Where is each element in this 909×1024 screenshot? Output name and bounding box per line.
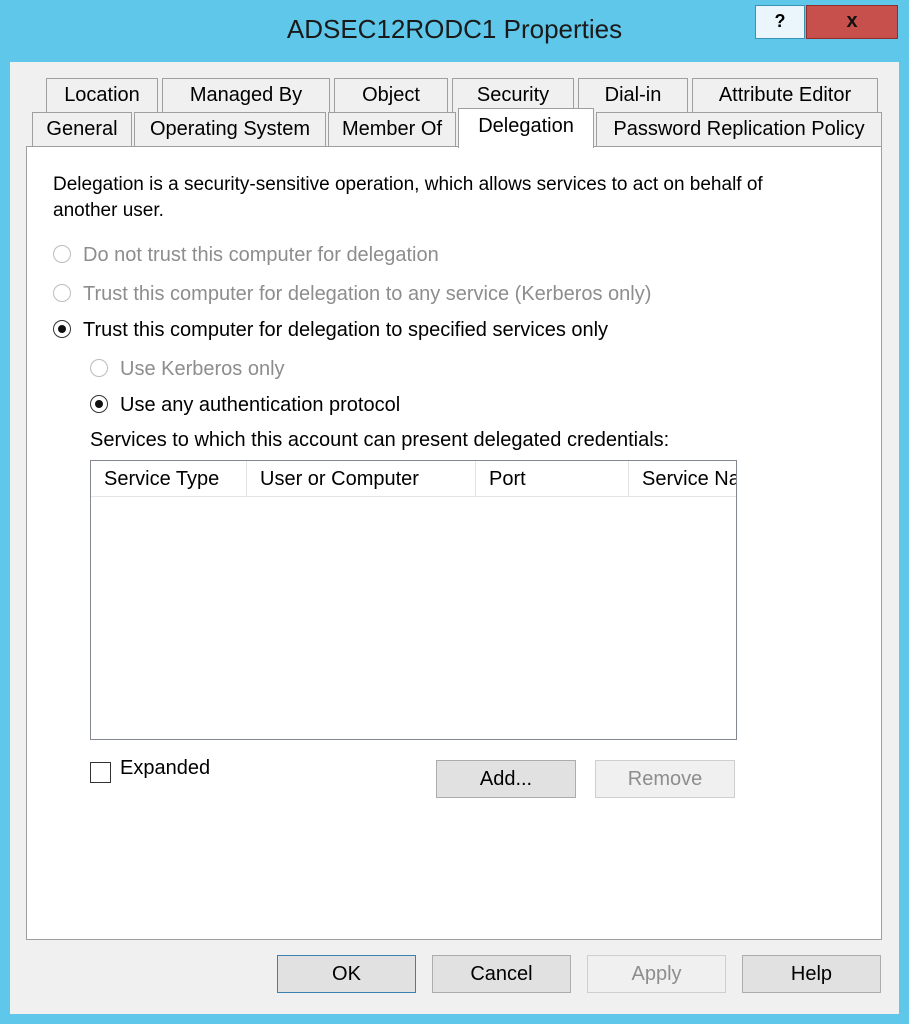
tab-delegation[interactable]: Delegation bbox=[458, 108, 594, 148]
expanded-checkbox[interactable] bbox=[90, 762, 111, 783]
delegation-description: Delegation is a security-sensitive opera… bbox=[53, 174, 763, 221]
tab-operating-system[interactable]: Operating System bbox=[134, 112, 326, 147]
cancel-button[interactable]: Cancel bbox=[432, 955, 571, 993]
radio-selected-dot-icon bbox=[95, 400, 103, 408]
column-header-service-name[interactable]: Service Na bbox=[629, 461, 736, 497]
radio-button-icon[interactable] bbox=[53, 320, 71, 338]
radio-label: Do not trust this computer for delegatio… bbox=[83, 244, 439, 266]
radio-selected-dot-icon bbox=[58, 325, 66, 333]
tab-managed-by[interactable]: Managed By bbox=[162, 78, 330, 113]
close-button[interactable]: x bbox=[806, 5, 898, 39]
radio-button-icon[interactable] bbox=[90, 359, 108, 377]
tab-dial-in[interactable]: Dial-in bbox=[578, 78, 688, 113]
tab-object[interactable]: Object bbox=[334, 78, 448, 113]
services-list-header: Service Type User or Computer Port Servi… bbox=[91, 461, 736, 497]
delegation-panel: Delegation is a security-sensitive opera… bbox=[26, 146, 882, 940]
radio-label: Use Kerberos only bbox=[120, 358, 285, 380]
apply-button[interactable]: Apply bbox=[587, 955, 726, 993]
tab-general[interactable]: General bbox=[32, 112, 132, 147]
tab-member-of[interactable]: Member Of bbox=[328, 112, 456, 147]
radio-label: Trust this computer for delegation to an… bbox=[83, 283, 652, 305]
services-label: Services to which this account can prese… bbox=[90, 429, 670, 451]
properties-window: ADSEC12RODC1 Properties ? x Location Man… bbox=[0, 0, 909, 1024]
expanded-label: Expanded bbox=[120, 757, 211, 779]
radio-label: Use any authentication protocol bbox=[120, 394, 401, 416]
tab-location[interactable]: Location bbox=[46, 78, 158, 113]
radio-button-icon[interactable] bbox=[90, 395, 108, 413]
column-header-port[interactable]: Port bbox=[476, 461, 629, 497]
help-button[interactable]: Help bbox=[742, 955, 881, 993]
column-header-user-or-computer[interactable]: User or Computer bbox=[247, 461, 476, 497]
dialog-client-area: Location Managed By Object Security Dial… bbox=[10, 62, 899, 1014]
tab-password-replication-policy[interactable]: Password Replication Policy bbox=[596, 112, 882, 147]
radio-button-icon[interactable] bbox=[53, 245, 71, 263]
title-bar[interactable]: ADSEC12RODC1 Properties ? x bbox=[0, 0, 909, 64]
radio-button-icon[interactable] bbox=[53, 284, 71, 302]
services-list[interactable]: Service Type User or Computer Port Servi… bbox=[90, 460, 737, 740]
column-header-service-type[interactable]: Service Type bbox=[91, 461, 247, 497]
help-title-button[interactable]: ? bbox=[755, 5, 805, 39]
tab-attribute-editor[interactable]: Attribute Editor bbox=[692, 78, 878, 113]
ok-button[interactable]: OK bbox=[277, 955, 416, 993]
remove-button[interactable]: Remove bbox=[595, 760, 735, 798]
radio-label: Trust this computer for delegation to sp… bbox=[83, 319, 609, 341]
add-button[interactable]: Add... bbox=[436, 760, 576, 798]
